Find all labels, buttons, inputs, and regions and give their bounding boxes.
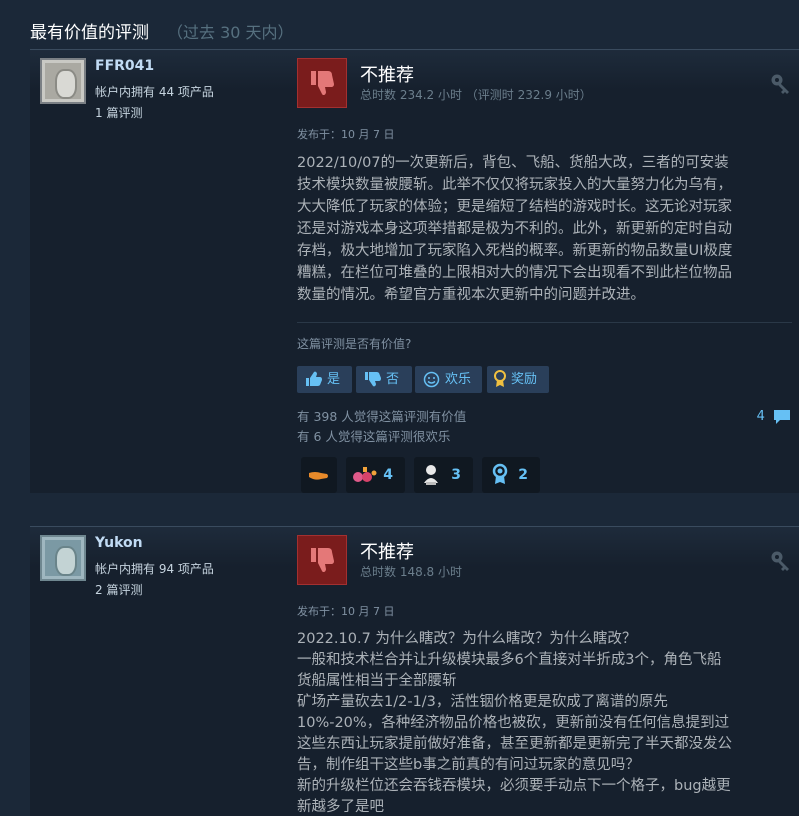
comment-count: 4 xyxy=(756,409,765,424)
medal-award-icon xyxy=(492,463,508,484)
award-button[interactable]: 奖励 xyxy=(487,366,549,393)
award-ribbon-icon xyxy=(494,370,506,387)
verdict-title: 不推荐 xyxy=(360,65,414,86)
vote-funny-button[interactable]: 欢乐 xyxy=(415,366,482,393)
smiley-icon xyxy=(423,371,440,388)
verdict-title: 不推荐 xyxy=(360,542,414,563)
author-products[interactable]: 帐户内拥有 94 项产品 xyxy=(95,559,214,580)
review-card: Yukon 帐户内拥有 94 项产品 2 篇评测 不推荐 总时数 148.8 小… xyxy=(30,526,799,816)
section-title: 最有价值的评测 xyxy=(30,23,149,43)
posted-date: 发布于：10 月 7 日 xyxy=(297,605,395,618)
avatar[interactable] xyxy=(40,58,86,104)
vote-no-button[interactable]: 否 xyxy=(356,366,412,393)
award-count: 2 xyxy=(518,467,528,483)
playtime-hours: 总时数 148.8 小时 xyxy=(360,565,462,579)
author-products[interactable]: 帐户内拥有 44 项产品 xyxy=(95,82,214,103)
comments-link[interactable]: 4 xyxy=(757,407,792,427)
review-text: 2022/10/07的一次更新后，背包、飞船、货船大改，三者的可安装 技术模块数… xyxy=(297,155,733,303)
author-meta: 帐户内拥有 94 项产品 2 篇评测 xyxy=(95,559,214,601)
author-name[interactable]: Yukon xyxy=(95,535,143,551)
thumb-up-icon xyxy=(306,371,322,386)
award-item[interactable] xyxy=(301,457,337,493)
playtime-hours: 总时数 234.2 小时 （评测时 232.9 小时） xyxy=(360,88,592,102)
review-content: 不推荐 总时数 148.8 小时 发布于：10 月 7 日 2022.10.7 … xyxy=(297,535,792,816)
vote-yes-button[interactable]: 是 xyxy=(297,366,352,393)
author-name[interactable]: FFR041 xyxy=(95,58,154,74)
awards-list: 4 3 2 xyxy=(297,457,792,493)
vote-buttons: 是 否 欢乐 奖励 xyxy=(297,366,792,393)
thumb-down-icon xyxy=(297,535,347,585)
comment-bubble-icon xyxy=(774,409,790,424)
review-content: 不推荐 总时数 234.2 小时 （评测时 232.9 小时） 发布于：10 月… xyxy=(297,58,792,493)
vote-yes-label: 是 xyxy=(327,372,341,387)
review-stats: 有 398 人觉得这篇评测有价值 有 6 人觉得这篇评测很欢乐 4 xyxy=(297,407,792,447)
divider xyxy=(297,322,792,323)
avatar[interactable] xyxy=(40,535,86,581)
section-header: 最有价值的评测 （过去 30 天内） xyxy=(30,18,294,43)
award-count: 3 xyxy=(451,467,461,483)
review-text: 2022.10.7 为什么瞎改？为什么瞎改？为什么瞎改？ 一般和技术栏合并让升级… xyxy=(297,631,732,815)
award-item[interactable]: 3 xyxy=(414,457,473,493)
key-icon xyxy=(770,550,792,576)
helpful-question: 这篇评测是否有价值? xyxy=(297,337,412,351)
vote-header[interactable]: 不推荐 总时数 234.2 小时 （评测时 232.9 小时） xyxy=(297,58,792,110)
helpful-count: 有 398 人觉得这篇评测有价值 xyxy=(297,409,467,424)
thumb-down-icon xyxy=(365,372,381,387)
funny-count: 有 6 人觉得这篇评测很欢乐 xyxy=(297,429,451,444)
hand-award-icon xyxy=(309,472,328,480)
posted-date: 发布于：10 月 7 日 xyxy=(297,128,395,141)
party-award-icon xyxy=(353,467,377,482)
vote-header[interactable]: 不推荐 总时数 148.8 小时 xyxy=(297,535,792,587)
award-label: 奖励 xyxy=(511,372,538,387)
award-item[interactable]: 2 xyxy=(482,457,540,493)
thumb-down-icon xyxy=(297,58,347,108)
section-subtitle: （过去 30 天内） xyxy=(167,23,294,42)
award-item[interactable]: 4 xyxy=(346,457,405,493)
key-icon xyxy=(770,73,792,99)
author-review-count[interactable]: 1 篇评测 xyxy=(95,103,214,124)
review-card: FFR041 帐户内拥有 44 项产品 1 篇评测 不推荐 总时数 234.2 … xyxy=(30,49,799,493)
author-review-count[interactable]: 2 篇评测 xyxy=(95,580,214,601)
award-count: 4 xyxy=(383,467,393,483)
vote-no-label: 否 xyxy=(386,372,400,387)
bust-award-icon xyxy=(424,465,438,485)
author-meta: 帐户内拥有 44 项产品 1 篇评测 xyxy=(95,82,214,124)
vote-funny-label: 欢乐 xyxy=(445,372,472,387)
